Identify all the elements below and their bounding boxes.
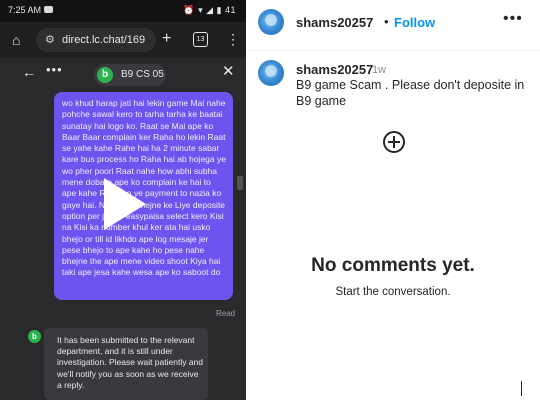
close-icon[interactable]: ✕ xyxy=(222,62,235,80)
status-time: 7:25 AM xyxy=(8,5,42,15)
youtube-icon xyxy=(44,6,53,13)
more-options-icon[interactable]: ••• xyxy=(503,10,523,28)
scroll-handle[interactable] xyxy=(237,176,243,190)
user-message-bubble: wo khud harap jati hai lekin game Mai na… xyxy=(54,92,233,300)
agent-logo-icon: b xyxy=(97,67,113,83)
more-options-icon[interactable]: ••• xyxy=(46,62,63,77)
separator-dot: • xyxy=(384,14,389,29)
tab-switcher-icon[interactable]: 13 xyxy=(193,32,208,47)
chat-header: ← ••• b B9 CS 05 ✕ xyxy=(0,58,246,88)
read-receipt: Read xyxy=(216,309,236,318)
post-header: shams20257 • Follow ••• xyxy=(246,0,540,51)
empty-comments-subtitle: Start the conversation. xyxy=(335,286,451,298)
caption-username[interactable]: shams20257 xyxy=(296,62,373,77)
caption-text: B9 game Scam . Please don't deposite in … xyxy=(296,78,525,108)
caption-time: 1w xyxy=(372,64,387,76)
agent-badge: b B9 CS 05 xyxy=(94,64,166,86)
phone-screenshot: 7:25 AM ⏰ ▾ ◢ ▮ 41 ⌂ ⚙ direct.lc.chat/16… xyxy=(0,0,246,400)
agent-name: B9 CS 05 xyxy=(121,69,164,80)
text-cursor xyxy=(521,381,522,396)
agent-reply-text: It has been submitted to the relevant de… xyxy=(57,335,204,390)
chat-window: ← ••• b B9 CS 05 ✕ wo khud harap jati ha… xyxy=(0,58,246,400)
play-icon[interactable] xyxy=(104,178,146,230)
url-text[interactable]: direct.lc.chat/169 xyxy=(62,34,145,46)
address-bar[interactable]: ⚙ direct.lc.chat/169 xyxy=(36,28,156,52)
browser-menu-icon[interactable]: ⋮ xyxy=(226,31,240,48)
new-tab-icon[interactable]: + xyxy=(162,30,171,48)
agent-avatar-icon: b xyxy=(28,330,41,343)
back-arrow-icon[interactable]: ← xyxy=(22,64,36,80)
avatar[interactable] xyxy=(258,9,284,35)
system-status-icons: ⏰ ▾ ◢ ▮ 41 xyxy=(183,5,236,15)
browser-toolbar: ⌂ ⚙ direct.lc.chat/169 + 13 ⋮ xyxy=(0,22,246,58)
empty-comments-title: No comments yet. xyxy=(311,255,475,276)
agent-reply-bubble: It has been submitted to the relevant de… xyxy=(44,328,208,400)
site-settings-icon[interactable]: ⚙ xyxy=(45,33,55,46)
follow-button[interactable]: Follow xyxy=(394,15,435,30)
post-panel: shams20257 • Follow ••• shams20257 1w B9… xyxy=(246,0,540,400)
home-icon[interactable]: ⌂ xyxy=(12,32,20,48)
caption-avatar[interactable] xyxy=(258,60,284,86)
status-bar: 7:25 AM ⏰ ▾ ◢ ▮ 41 xyxy=(0,0,246,22)
add-circle-icon[interactable] xyxy=(383,131,405,153)
post-username[interactable]: shams20257 xyxy=(296,15,373,30)
